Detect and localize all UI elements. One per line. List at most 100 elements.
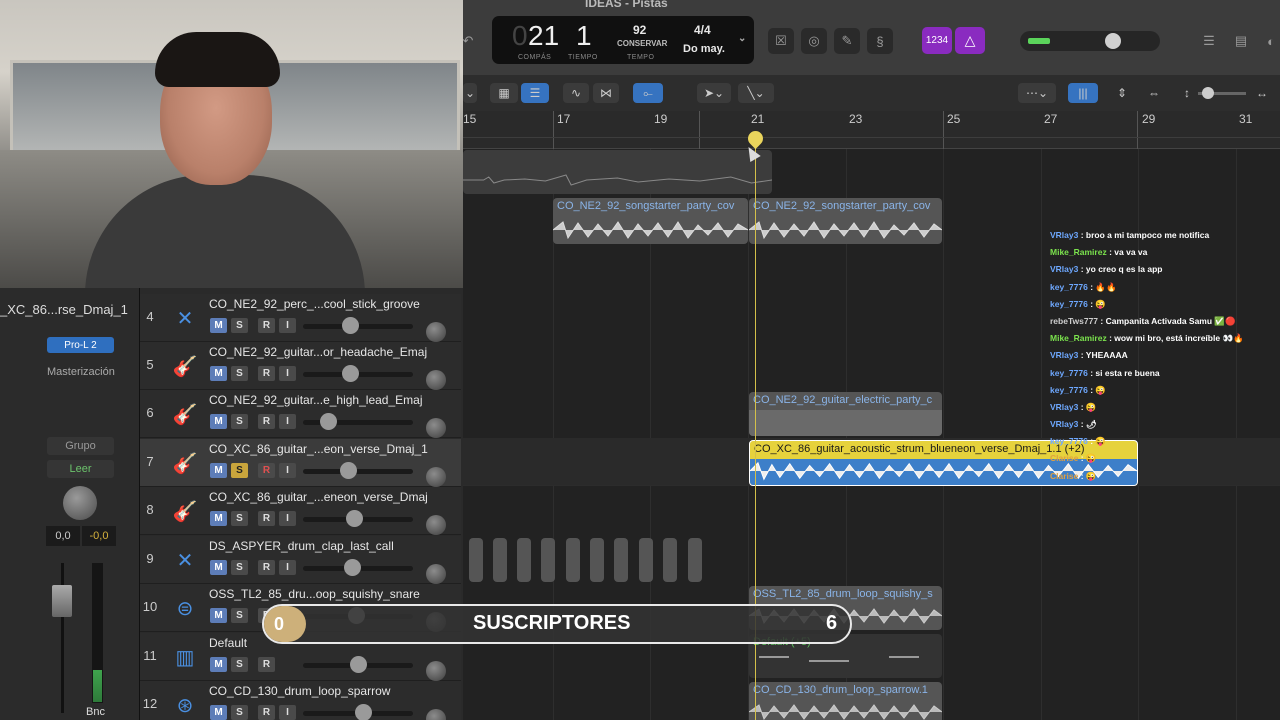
input-monitor-button[interactable]: I (279, 463, 296, 478)
track-header[interactable]: 12 ⊛ CO_CD_130_drum_loop_sparrow M S R I (140, 681, 461, 720)
track-header[interactable]: 6 🎸 CO_NE2_92_guitar...e_high_lead_Emaj … (140, 390, 461, 438)
volume-value[interactable]: 0,0 (46, 526, 80, 546)
track-volume-knob[interactable] (320, 413, 337, 430)
vertical-arrows-icon[interactable]: ↕ (1180, 83, 1194, 103)
record-button[interactable]: R (258, 705, 275, 720)
mute-button[interactable]: M (210, 511, 227, 526)
solo-button[interactable]: S (231, 414, 248, 429)
pencil-tool-icon[interactable]: ╲⌄ (738, 83, 774, 103)
input-monitor-button[interactable]: I (279, 560, 296, 575)
record-button[interactable]: R (258, 657, 275, 672)
track-header[interactable]: 5 🎸 CO_NE2_92_guitar...or_headache_Emaj … (140, 342, 461, 390)
track-pan-knob[interactable] (426, 661, 446, 681)
record-button[interactable]: R (258, 366, 275, 381)
solo-button[interactable]: S (231, 318, 248, 333)
notes-icon[interactable]: ▤ (1228, 28, 1254, 54)
track-header[interactable]: 7 🎸 CO_XC_86_guitar_...eon_verse_Dmaj_1 … (140, 439, 461, 487)
record-button[interactable]: R (258, 463, 275, 478)
track-volume-knob[interactable] (342, 365, 359, 382)
input-monitor-button[interactable]: I (279, 318, 296, 333)
solo-button[interactable]: S (231, 463, 248, 478)
track-pan-knob[interactable] (426, 370, 446, 390)
audio-region[interactable] (614, 538, 628, 582)
timeline-ruler[interactable]: 15 17 19 21 23 25 27 29 31 (463, 111, 1280, 149)
track-volume-knob[interactable] (355, 704, 372, 720)
score-icon[interactable]: § (867, 28, 893, 54)
automation-icon[interactable]: ∿ (563, 83, 589, 103)
mute-button[interactable]: M (210, 414, 227, 429)
track-name[interactable]: CO_NE2_92_guitar...e_high_lead_Emaj (209, 393, 422, 407)
track-name[interactable]: CO_CD_130_drum_loop_sparrow (209, 684, 390, 698)
speedometer-icon[interactable]: ◎ (801, 28, 827, 54)
plugin-slot[interactable]: Pro-L 2 (47, 337, 114, 353)
mute-button[interactable]: M (210, 608, 227, 623)
record-button[interactable]: R (258, 511, 275, 526)
count-in-button[interactable]: 1234 (922, 27, 952, 54)
mute-button[interactable]: M (210, 366, 227, 381)
record-button[interactable]: R (258, 560, 275, 575)
audio-region[interactable] (469, 538, 483, 582)
track-pan-knob[interactable] (426, 467, 446, 487)
track-pan-knob[interactable] (426, 418, 446, 438)
metronome-icon[interactable]: △ (955, 27, 985, 54)
track-pan-knob[interactable] (426, 322, 446, 342)
track-volume-knob[interactable] (342, 317, 359, 334)
mute-button[interactable]: M (210, 705, 227, 720)
track-name[interactable]: CO_XC_86_guitar_...eneon_verse_Dmaj (209, 490, 428, 504)
waveform-zoom-icon[interactable]: ||| (1068, 83, 1098, 103)
track-name[interactable]: CO_XC_86_guitar_...eon_verse_Dmaj_1 (209, 442, 428, 456)
undo-icon[interactable]: ↶ (455, 28, 481, 54)
horizontal-arrows-icon[interactable]: ↔ (1255, 83, 1269, 103)
flex-icon[interactable]: ⋈ (593, 83, 619, 103)
solo-button[interactable]: S (231, 560, 248, 575)
audio-region[interactable] (688, 538, 702, 582)
track-volume-slider[interactable] (303, 469, 413, 474)
track-header[interactable]: 8 🎸 CO_XC_86_guitar_...eneon_verse_Dmaj … (140, 487, 461, 535)
record-button[interactable]: R (258, 414, 275, 429)
automation-mode[interactable]: Leer (47, 460, 114, 478)
zoom-slider[interactable] (1198, 87, 1246, 99)
tuner-icon[interactable]: ☒ (768, 28, 794, 54)
pointer-tool-icon[interactable]: ➤⌄ (697, 83, 731, 103)
record-button[interactable]: R (258, 318, 275, 333)
input-monitor-button[interactable]: I (279, 366, 296, 381)
mute-button[interactable]: M (210, 463, 227, 478)
horizontal-fit-icon[interactable]: ⇔ (1142, 83, 1166, 103)
track-header[interactable]: 9 ✕ DS_ASPYER_drum_clap_last_call M S R … (140, 536, 461, 584)
track-volume-knob[interactable] (350, 656, 367, 673)
master-volume-slider[interactable] (1020, 31, 1160, 51)
list-icon[interactable]: ☰ (1196, 28, 1222, 54)
audio-region[interactable] (566, 538, 580, 582)
audio-region[interactable] (663, 538, 677, 582)
grid-view-icon[interactable]: ▦ (490, 83, 518, 103)
audio-region[interactable] (463, 150, 772, 194)
track-pan-knob[interactable] (426, 515, 446, 535)
audio-region[interactable] (517, 538, 531, 582)
track-name[interactable]: DS_ASPYER_drum_clap_last_call (209, 539, 394, 553)
solo-button[interactable]: S (231, 366, 248, 381)
track-pan-knob[interactable] (426, 564, 446, 584)
track-volume-knob[interactable] (346, 510, 363, 527)
browser-icon[interactable]: ◐ (1258, 28, 1280, 54)
track-name[interactable]: Default (209, 636, 247, 650)
track-pan-knob[interactable] (426, 709, 446, 720)
input-monitor-button[interactable]: I (279, 511, 296, 526)
pan-value[interactable]: -0,0 (82, 526, 116, 546)
zoom-slider-knob[interactable] (1202, 87, 1214, 99)
lcd-display[interactable]: 0 21 1 COMPÁS TIEMPO 92 CONSERVAR TEMPO … (492, 16, 754, 64)
audio-region[interactable] (590, 538, 604, 582)
track-name[interactable]: CO_NE2_92_guitar...or_headache_Emaj (209, 345, 427, 359)
track-volume-knob[interactable] (340, 462, 357, 479)
track-name[interactable]: OSS_TL2_85_dru...oop_squishy_snare (209, 587, 420, 601)
audio-region[interactable]: CO_NE2_92_songstarter_party_cov (749, 198, 942, 244)
mute-button[interactable]: M (210, 657, 227, 672)
audio-region[interactable]: CO_NE2_92_guitar_electric_party_c (749, 392, 942, 436)
pan-knob[interactable] (63, 486, 97, 520)
track-volume-knob[interactable] (344, 559, 361, 576)
catch-icon[interactable]: ⟜ (633, 83, 663, 103)
list-view-icon[interactable]: ☰ (521, 83, 549, 103)
input-monitor-button[interactable]: I (279, 705, 296, 720)
group-slot[interactable]: Grupo (47, 437, 114, 455)
mute-button[interactable]: M (210, 560, 227, 575)
solo-button[interactable]: S (231, 608, 248, 623)
